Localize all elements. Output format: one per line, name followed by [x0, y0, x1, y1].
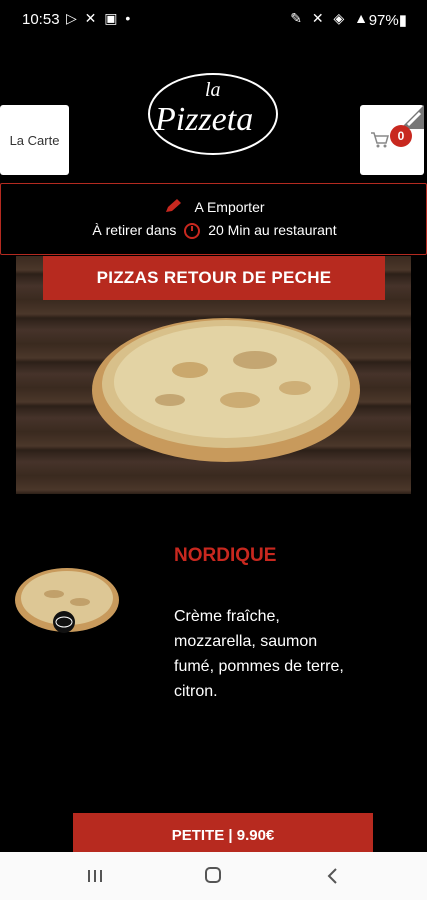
edit-icon[interactable] [164, 198, 182, 214]
timer-icon [184, 223, 201, 239]
product-name: NORDIQUE [174, 545, 277, 566]
pickup-time-row: À retirer dans 20 Min au restaurant [1, 221, 427, 239]
pickup-prefix: À retirer dans [92, 222, 177, 238]
home-icon[interactable] [205, 867, 221, 883]
category-title: PIZZAS RETOUR DE PECHE [43, 256, 385, 300]
cart-icon [371, 132, 389, 148]
status-bar: 10:53 ▷ ✕ ▣ • ✎ ✕ ◈ ▲ 97%▮ [0, 0, 427, 38]
back-icon[interactable] [326, 867, 340, 885]
pickup-suffix: 20 Min au restaurant [208, 222, 337, 238]
product-description: Crème fraîche, mozzarella, saumon fumé, … [174, 608, 344, 700]
pizza-image [92, 318, 360, 462]
order-mode-row: A Emporter [1, 198, 427, 215]
app-header: La Carte la Pizzeta 0 [0, 38, 427, 182]
logo-text-top: la [205, 79, 221, 101]
recents-icon[interactable] [86, 868, 104, 884]
menu-button[interactable]: La Carte [0, 105, 69, 175]
cart-count-badge: 0 [390, 125, 412, 147]
system-icons: ✎ ✕ ◈ ▲ [290, 10, 371, 26]
size-price-button[interactable]: PETITE | 9.90€ [73, 813, 373, 857]
cart-button[interactable]: 0 [360, 105, 424, 175]
logo-text-main: Pizzeta [154, 101, 253, 138]
system-nav-bar [0, 852, 427, 900]
menu-button-label: La Carte [9, 132, 60, 148]
status-time: 10:53 [22, 11, 60, 28]
product-thumbnail[interactable] [14, 560, 120, 636]
pizzeta-logo[interactable]: la Pizzeta [143, 58, 283, 162]
battery-indicator: 97%▮ [368, 12, 407, 29]
order-mode-panel[interactable]: A Emporter À retirer dans 20 Min au rest… [0, 183, 427, 255]
order-mode-label: A Emporter [194, 199, 265, 215]
notification-icons: ▷ ✕ ▣ • [66, 10, 133, 26]
